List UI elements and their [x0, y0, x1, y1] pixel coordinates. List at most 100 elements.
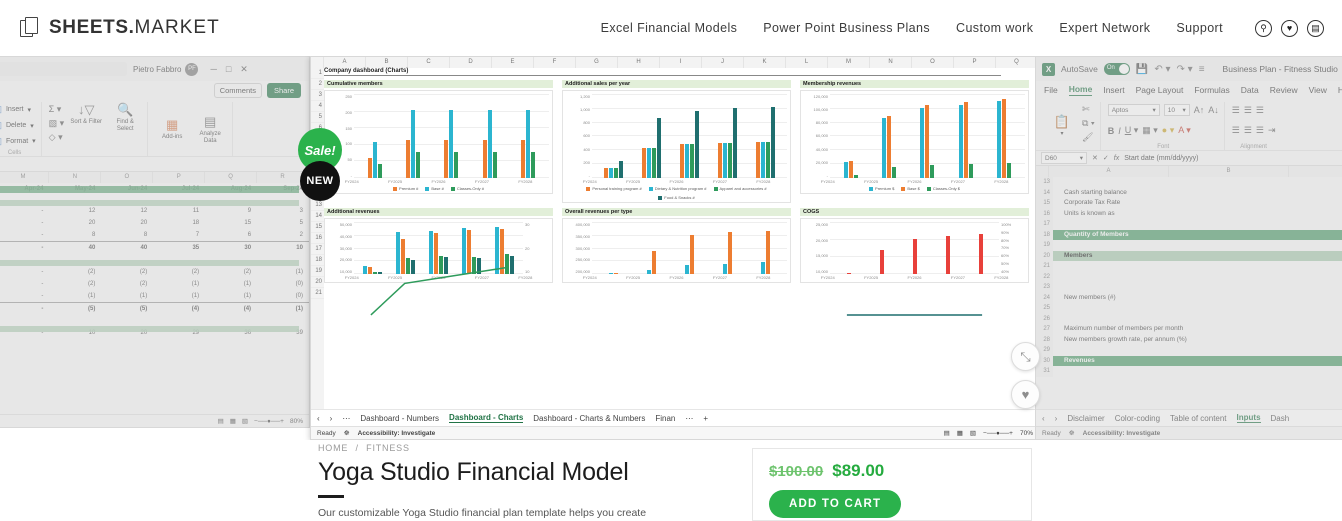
cell[interactable]: -: [0, 269, 49, 275]
row-number[interactable]: 4: [311, 101, 324, 112]
excel-window-left[interactable]: Pietro Fabbro PF ─ □ ✕ Comments Share ▦ C…: [0, 56, 310, 428]
save-icon[interactable]: 💾: [1136, 64, 1148, 75]
italic-icon[interactable]: I: [1118, 126, 1121, 136]
select-all-corner[interactable]: [311, 57, 324, 68]
cell[interactable]: 3: [257, 208, 309, 214]
cell[interactable]: Quantity of Members: [1053, 229, 1342, 240]
row-number[interactable]: 23: [1036, 282, 1053, 293]
align-bottom-icon[interactable]: ☰: [1256, 105, 1264, 116]
excel-window-center[interactable]: X AutoSave On 💾 ↶ ▾ ↷ ▾ ≡ Business Plan …: [310, 56, 1040, 440]
cell[interactable]: (1): [205, 281, 257, 287]
prev-sheet-icon[interactable]: ‹: [317, 414, 320, 423]
column-header-q[interactable]: Q: [205, 172, 258, 183]
view-layout-icon[interactable]: ▦: [230, 417, 236, 425]
align-right-icon[interactable]: ☰: [1256, 125, 1264, 136]
cell[interactable]: (1): [153, 293, 205, 299]
cell[interactable]: Members: [1053, 250, 1342, 261]
sheet-tab-finan[interactable]: Finan: [655, 414, 675, 423]
cell[interactable]: (4): [153, 306, 205, 312]
cell[interactable]: [1053, 345, 1342, 356]
cell[interactable]: 7: [153, 232, 205, 238]
nav-item-support[interactable]: Support: [1176, 21, 1223, 35]
center-sheet-tabs[interactable]: ‹ › ⋯ Dashboard - Numbers Dashboard - Cha…: [311, 409, 1039, 426]
cell[interactable]: 18: [153, 220, 205, 226]
cell[interactable]: -: [0, 245, 49, 251]
cell[interactable]: 5: [257, 220, 309, 226]
new-sheet-button[interactable]: +: [703, 414, 708, 423]
autosave-toggle[interactable]: On: [1103, 63, 1130, 75]
cell[interactable]: 8: [49, 232, 101, 238]
cell[interactable]: -: [0, 208, 49, 214]
wishlist-icon[interactable]: ♥: [1281, 19, 1298, 37]
cell[interactable]: (2): [101, 269, 153, 275]
view-normal-icon[interactable]: ▤: [218, 417, 224, 425]
ribbon-item-insert[interactable]: ▣Insert▾: [0, 102, 36, 118]
expand-icon[interactable]: ⤡: [1011, 342, 1040, 371]
column-header-b[interactable]: B: [1169, 166, 1289, 177]
nav-item-custom-work[interactable]: Custom work: [956, 21, 1033, 35]
more-sheets-icon[interactable]: ⋯: [685, 414, 693, 423]
accessibility-icon[interactable]: ☸: [1069, 429, 1075, 437]
column-header-i[interactable]: I: [660, 57, 702, 68]
sheet-tab-dashboard-numbers[interactable]: Dashboard - Numbers: [360, 414, 439, 423]
cell[interactable]: New members growth rate, per annum (%): [1053, 335, 1342, 346]
row-number[interactable]: 20: [311, 277, 324, 288]
cell[interactable]: -: [0, 281, 49, 287]
cell[interactable]: -: [0, 306, 49, 312]
tab-file[interactable]: File: [1044, 85, 1058, 95]
align-middle-icon[interactable]: ☰: [1244, 105, 1252, 116]
cell[interactable]: Maximum number of members per month: [1053, 324, 1342, 335]
left-formula-bar[interactable]: [0, 157, 309, 172]
font-size-select[interactable]: 10 ▾: [1163, 104, 1190, 116]
wishlist-icon[interactable]: ♥: [1011, 380, 1040, 409]
ribbon-item-format[interactable]: ▣Format▾: [0, 133, 36, 149]
right-accessibility-text[interactable]: Accessibility: Investigate: [1083, 430, 1161, 437]
cell[interactable]: 6: [205, 232, 257, 238]
row-number[interactable]: 27: [1036, 324, 1053, 335]
cell[interactable]: [1053, 240, 1342, 251]
ribbon-item-sort-filter[interactable]: ↓▽ Sort & Filter: [69, 102, 103, 126]
row-number[interactable]: 24: [1036, 292, 1053, 303]
column-header-p[interactable]: P: [153, 172, 206, 183]
cell[interactable]: (5): [101, 306, 153, 312]
column-header-g[interactable]: G: [576, 57, 618, 68]
comments-button[interactable]: Comments: [213, 82, 262, 98]
maximize-icon[interactable]: □: [226, 64, 231, 75]
view-break-icon[interactable]: ▧: [242, 417, 248, 425]
cell[interactable]: 8: [101, 232, 153, 238]
cell[interactable]: 20: [101, 220, 153, 226]
next-sheet-icon[interactable]: ›: [1055, 414, 1058, 423]
cell[interactable]: 12: [49, 208, 101, 214]
minimize-icon[interactable]: ─: [210, 64, 216, 75]
cell[interactable]: (2): [49, 269, 101, 275]
column-header-k[interactable]: K: [744, 57, 786, 68]
column-header-l[interactable]: L: [786, 57, 828, 68]
cell[interactable]: [1053, 366, 1342, 377]
brand-logo[interactable]: SHEETS.MARKET: [16, 17, 220, 39]
increase-font-icon[interactable]: A↑: [1194, 105, 1205, 115]
row-number[interactable]: 17: [1036, 219, 1053, 230]
ribbon-item-delete[interactable]: ▣Delete▾: [0, 118, 36, 134]
autosum-icon[interactable]: Σ ▾: [49, 104, 65, 115]
column-header-c[interactable]: C: [408, 57, 450, 68]
ribbon-item-find-select[interactable]: 🔍 Find & Select: [108, 102, 142, 132]
align-top-icon[interactable]: ☰: [1232, 105, 1240, 116]
column-header-d[interactable]: D: [450, 57, 492, 68]
row-number[interactable]: 15: [1036, 198, 1053, 209]
center-sheet-area[interactable]: ABCDEFGHIJKLMNOPQ Company dashboard (Cha…: [311, 57, 1039, 409]
name-box[interactable]: D60 ▾: [1041, 152, 1087, 164]
column-header-o[interactable]: O: [912, 57, 954, 68]
right-grid[interactable]: AB 13 14 Cash starting balance 15 Corporate …: [1036, 166, 1342, 381]
cell[interactable]: (1): [257, 306, 309, 312]
cell[interactable]: (1): [101, 293, 153, 299]
cell[interactable]: (2): [153, 269, 205, 275]
column-header-p[interactable]: P: [954, 57, 996, 68]
column-header-a[interactable]: A: [324, 57, 366, 68]
cell[interactable]: (0): [257, 293, 309, 299]
ribbon-item-analyze-data[interactable]: ▤ Analyze Data: [193, 102, 227, 156]
row-number[interactable]: 18: [1036, 229, 1053, 240]
cell[interactable]: [1053, 177, 1342, 188]
align-left-icon[interactable]: ☰: [1232, 125, 1240, 136]
right-doc-title[interactable]: Business Plan - Fitness Studio: [1223, 64, 1338, 74]
tab-insert[interactable]: Insert: [1103, 85, 1124, 95]
